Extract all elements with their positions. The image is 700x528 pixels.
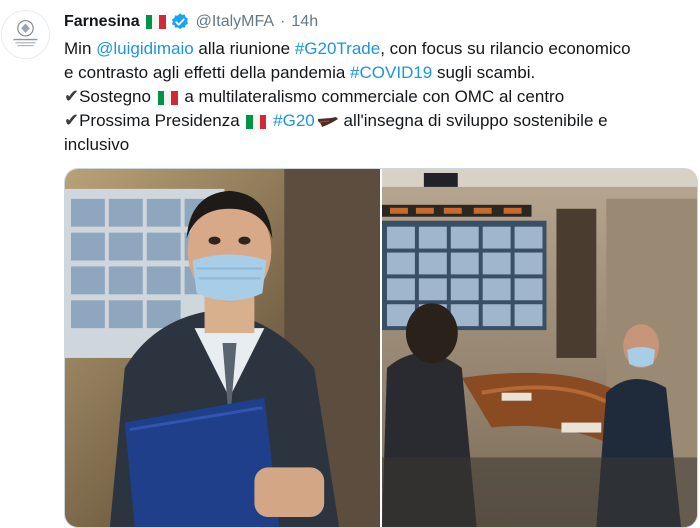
text-segment: , con focus su rilancio economico [380, 39, 631, 58]
check-mark-icon: ✔ [64, 86, 80, 107]
text-segment: all'insegna di sviluppo sostenibile e [338, 111, 608, 130]
avatar[interactable] [1, 10, 50, 59]
tweet-header: Farnesina @ItalyMFA · 14h [64, 11, 318, 33]
text-segment: sugli scambi. [432, 63, 536, 82]
text-segment: Prossima Presidenza [79, 111, 245, 130]
account-handle[interactable]: @ItalyMFA [196, 13, 274, 31]
italy-flag-icon [157, 90, 178, 105]
hashtag-link-g20[interactable]: #G20 [273, 111, 315, 130]
media-grid [64, 168, 698, 528]
account-name[interactable]: Farnesina [64, 13, 140, 31]
text-segment: Sostegno [79, 87, 156, 106]
photo-minister-with-mask[interactable] [65, 169, 380, 527]
hashtag-link-g20trade[interactable]: #G20Trade [295, 39, 380, 58]
check-mark-icon: ✔ [64, 110, 80, 131]
separator-dot: · [280, 13, 286, 30]
text-segment: inclusivo [64, 135, 130, 154]
ministry-seal-icon [2, 11, 49, 58]
hashtag-link-covid19[interactable]: #COVID19 [350, 63, 432, 82]
tweet-text: Min @luigidimaio alla riunione #G20Trade… [64, 37, 694, 157]
italy-flag-icon [145, 15, 166, 29]
text-segment: Min [64, 39, 97, 58]
tweet-line-2: e contrasto agli effetti della pandemia … [64, 61, 694, 85]
text-segment: a multilateralismo commerciale con OMC a… [179, 87, 565, 106]
minister-photo-illustration [65, 169, 380, 527]
tweet-line-1: Min @luigidimaio alla riunione #G20Trade… [64, 37, 694, 61]
mention-link[interactable]: @luigidimaio [96, 39, 194, 58]
tweet-line-3: ✔Sostegno a multilateralismo commerciale… [64, 85, 694, 109]
tweet-line-4: ✔Prossima Presidenza #G20 all'insegna di… [64, 109, 694, 133]
text-segment: e contrasto agli effetti della pandemia [64, 63, 351, 82]
meeting-photo-illustration [382, 169, 697, 527]
g20-logo-icon [317, 116, 338, 127]
timestamp[interactable]: 14h [291, 13, 318, 31]
verified-badge-icon [171, 13, 188, 30]
tweet-line-5: inclusivo [64, 133, 694, 157]
text-segment: alla riunione [193, 39, 295, 58]
italy-flag-icon [246, 114, 267, 129]
photo-meeting-videoconference[interactable] [382, 169, 697, 527]
